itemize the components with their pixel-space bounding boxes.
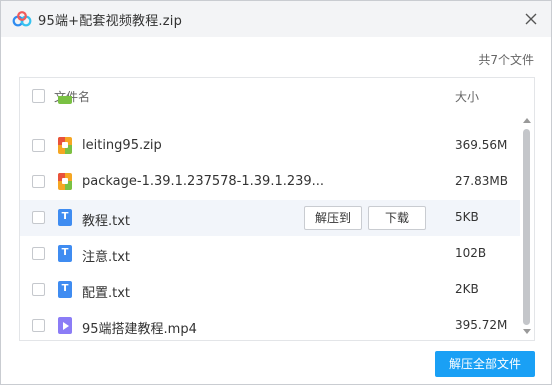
file-size: 369.56M: [455, 138, 508, 152]
title-bar: 95端+配套视频教程.zip: [1, 1, 551, 37]
row-checkbox[interactable]: [32, 211, 45, 224]
archive-window: 95端+配套视频教程.zip 共7个文件 文件名 大小 leiting95.zi…: [0, 0, 552, 385]
list-item[interactable]: T 教程.txt 解压到 下载 5KB: [20, 200, 520, 236]
file-name: 配置.txt: [82, 286, 131, 301]
txt-file-icon: T: [58, 209, 72, 226]
file-size: 102B: [455, 246, 487, 260]
file-name: 95端搭建教程.mp4: [82, 322, 197, 337]
vertical-scrollbar[interactable]: [520, 112, 534, 340]
extract-all-button[interactable]: 解压全部文件: [435, 351, 535, 377]
row-checkbox[interactable]: [32, 319, 45, 332]
row-checkbox[interactable]: [32, 283, 45, 296]
file-size: 395.72M: [455, 318, 508, 332]
scroll-thumb[interactable]: [523, 129, 530, 325]
file-list: 文件名 大小 leiting95.zip 369.56M package-1.3…: [19, 77, 535, 341]
file-count: 共7个文件: [478, 53, 534, 67]
list-item[interactable]: 95端搭建教程.mp4 395.72M: [20, 308, 520, 340]
file-size: 5KB: [455, 210, 479, 224]
video-file-icon: [58, 317, 72, 334]
baidu-netdisk-logo-icon: [12, 11, 32, 27]
zip-icon: [58, 96, 72, 104]
list-item[interactable]: package-1.39.1.237578-1.39.1.239... 27.8…: [20, 164, 520, 200]
scroll-up-arrow-icon[interactable]: [523, 118, 531, 123]
row-checkbox[interactable]: [32, 97, 45, 103]
zip-icon: [58, 173, 72, 190]
file-name: package-1.39.1.237578-1.39.1.239...: [82, 174, 325, 189]
txt-file-icon: T: [58, 245, 72, 262]
list-item[interactable]: leiting95.zip 369.56M: [20, 128, 520, 164]
download-button[interactable]: 下载: [368, 206, 426, 230]
scroll-down-arrow-icon[interactable]: [523, 329, 531, 334]
list-item[interactable]: T 配置.txt 2KB: [20, 272, 520, 308]
file-size: 2KB: [455, 282, 479, 296]
zip-icon: [58, 137, 72, 154]
file-size: 27.83MB: [455, 174, 508, 188]
row-checkbox[interactable]: [32, 139, 45, 152]
file-name: 教程.txt: [82, 214, 131, 229]
file-name: 注意.txt: [82, 250, 131, 265]
window-title: 95端+配套视频教程.zip: [38, 14, 183, 29]
row-checkbox[interactable]: [32, 175, 45, 188]
txt-file-icon: T: [58, 281, 72, 298]
close-icon[interactable]: [521, 9, 541, 29]
row-checkbox[interactable]: [32, 247, 45, 260]
file-name: leiting95.zip: [82, 138, 162, 153]
extract-to-button[interactable]: 解压到: [304, 206, 362, 230]
list-item[interactable]: T 注意.txt 102B: [20, 236, 520, 272]
